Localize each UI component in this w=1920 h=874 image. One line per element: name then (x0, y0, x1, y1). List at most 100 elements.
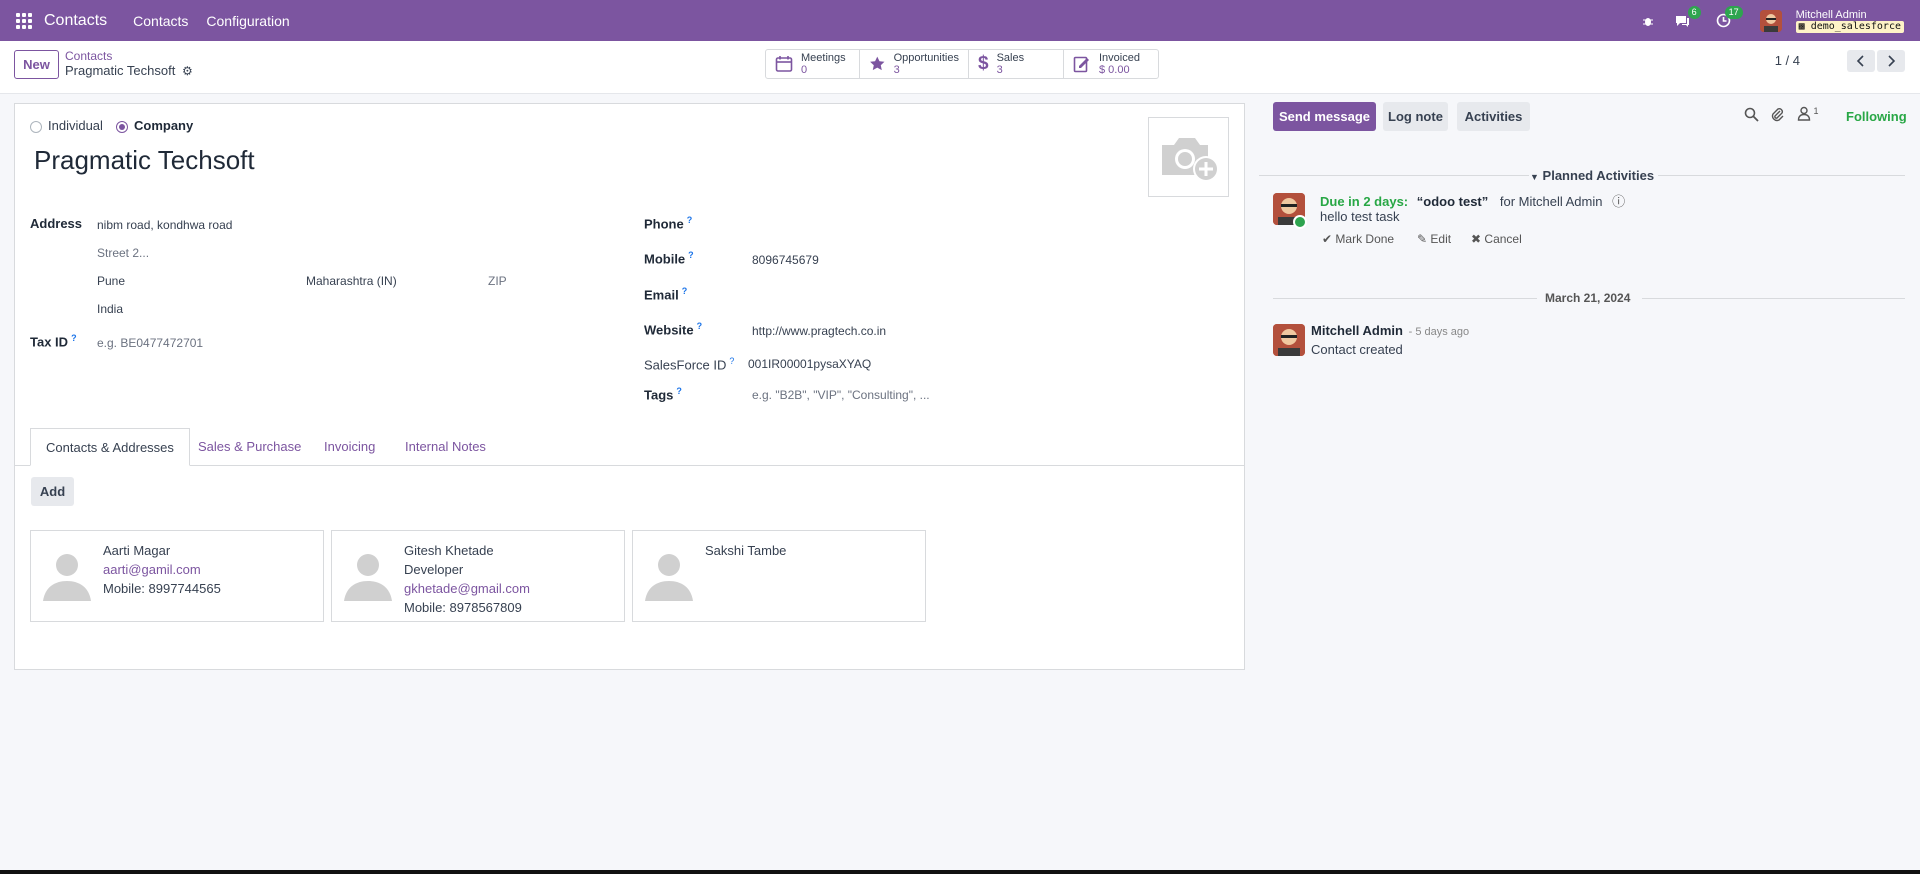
tags-label: Tags? (644, 386, 682, 403)
gear-icon[interactable]: ⚙ (182, 64, 193, 78)
message-author[interactable]: Mitchell Admin (1311, 323, 1403, 338)
message-header: Mitchell Admin - 5 days ago (1311, 323, 1469, 338)
check-icon: ✔ (1322, 232, 1333, 246)
mark-done-button[interactable]: ✔ Mark Done (1322, 232, 1394, 246)
planned-activities-toggle[interactable]: ▼ Planned Activities (1530, 168, 1654, 183)
address-label: Address (30, 216, 83, 231)
smart-button-meetings[interactable]: Meetings 0 (766, 50, 860, 78)
divider (1658, 175, 1905, 176)
divider (1642, 298, 1905, 299)
user-menu[interactable]: Mitchell Admin ▩ demo_salesforce (1795, 8, 1904, 33)
mobile-field[interactable]: 8096745679 (752, 253, 819, 267)
activities-button[interactable]: Activities (1457, 102, 1530, 131)
contact-email[interactable]: gkhetade@gmail.com (404, 579, 530, 598)
activity-clock-icon[interactable]: 17 (1714, 5, 1743, 31)
menu-configuration[interactable]: Configuration (206, 13, 289, 29)
taxid-field[interactable]: e.g. BE0477472701 (97, 336, 203, 350)
state-field[interactable]: Maharashtra (IN) (306, 274, 397, 288)
log-note-button[interactable]: Log note (1383, 102, 1448, 131)
website-field[interactable]: http://www.pragtech.co.in (752, 324, 886, 338)
info-icon[interactable]: ⓘ (1612, 194, 1625, 209)
bug-icon[interactable] (1638, 11, 1658, 31)
website-label: Website? (644, 321, 703, 338)
dollar-icon: $ (978, 53, 989, 74)
window-bottom-edge (0, 870, 1920, 874)
cancel-activity-button[interactable]: ✖ Cancel (1471, 232, 1522, 246)
activity-type-badge (1293, 215, 1307, 229)
smart-button-sales[interactable]: $ Sales 3 (969, 50, 1064, 78)
form-sheet: Individual Company Pragmatic Techsoft Ad… (14, 103, 1245, 670)
messages-icon[interactable]: 6 (1672, 5, 1701, 31)
pager-value[interactable]: 1 / 4 (1775, 53, 1800, 68)
user-name: Mitchell Admin (1795, 8, 1867, 21)
pager-next-button[interactable] (1877, 50, 1905, 72)
country-field[interactable]: India (97, 302, 123, 316)
pager-previous-button[interactable] (1847, 50, 1875, 72)
city-field[interactable]: Pune (97, 274, 125, 288)
activity-due: Due in 2 days: (1320, 194, 1409, 209)
company-photo-upload[interactable] (1148, 117, 1229, 197)
contact-mobile: Mobile: 8978567809 (404, 600, 522, 615)
tags-field[interactable]: e.g. "B2B", "VIP", "Consulting", ... (752, 388, 930, 402)
divider (1259, 175, 1529, 176)
app-grid-icon[interactable] (16, 12, 32, 29)
salesforce-label: SalesForce ID? (644, 356, 735, 373)
close-icon: ✖ (1471, 232, 1482, 246)
user-avatar[interactable] (1759, 9, 1782, 32)
activities-badge: 17 (1724, 5, 1743, 19)
app-name[interactable]: Contacts (44, 12, 107, 30)
radio-company[interactable]: Company (116, 118, 193, 133)
activity-title: “odoo test” (1416, 194, 1489, 209)
phone-field[interactable] (752, 212, 1232, 232)
radio-company-control[interactable] (116, 120, 128, 133)
smart-button-invoiced[interactable]: Invoiced $ 0.00 (1064, 50, 1158, 78)
new-button[interactable]: New (14, 50, 59, 79)
notebook-tabs: Contacts & Addresses Sales & Purchase In… (15, 428, 1244, 466)
breadcrumb-contacts[interactable]: Contacts (65, 49, 112, 63)
contact-card[interactable]: Sakshi Tambe (632, 530, 926, 622)
tab-internal-notes[interactable]: Internal Notes (390, 428, 501, 466)
messages-badge: 6 (1687, 5, 1701, 19)
tab-contacts-addresses[interactable]: Contacts & Addresses (30, 428, 190, 466)
activity-summary: Due in 2 days: “odoo test” for Mitchell … (1320, 191, 1625, 210)
chevron-right-icon (1888, 55, 1896, 67)
smart-button-opportunities[interactable]: Opportunities 3 (860, 50, 969, 78)
menu-contacts[interactable]: Contacts (133, 13, 188, 29)
send-message-button[interactable]: Send message (1273, 102, 1376, 131)
tab-sales-purchase[interactable]: Sales & Purchase (183, 428, 316, 466)
tab-invoicing[interactable]: Invoicing (309, 428, 390, 466)
radio-individual[interactable]: Individual (30, 118, 103, 133)
contact-card[interactable]: Gitesh Khetade Developer gkhetade@gmail.… (331, 530, 625, 622)
contact-email[interactable]: aarti@gamil.com (103, 560, 221, 579)
user-icon (1797, 106, 1811, 121)
message-body: Contact created (1311, 342, 1403, 357)
activity-assignee: for Mitchell Admin (1499, 194, 1603, 209)
edit-activity-button[interactable]: ✎ Edit (1417, 232, 1451, 246)
company-name-field[interactable]: Pragmatic Techsoft (34, 145, 255, 176)
email-label: Email? (644, 286, 688, 303)
taxid-label: Tax ID? (30, 333, 77, 350)
street2-field[interactable]: Street 2... (97, 246, 149, 260)
date-separator: March 21, 2024 (1545, 291, 1631, 305)
zip-field[interactable]: ZIP (488, 274, 507, 288)
avatar-placeholder-icon (645, 554, 693, 601)
radio-individual-control[interactable] (30, 120, 42, 133)
message-time: - 5 days ago (1408, 326, 1470, 338)
calendar-icon (775, 56, 793, 72)
caret-down-icon: ▼ (1530, 172, 1539, 182)
salesforce-id-field[interactable]: 001IR00001pysaXYAQ (748, 357, 871, 371)
street-field[interactable]: nibm road, kondhwa road (97, 218, 232, 232)
paperclip-icon[interactable] (1770, 107, 1784, 125)
divider (1273, 298, 1537, 299)
contact-mobile: Mobile: 8997744565 (103, 581, 221, 596)
following-button[interactable]: Following (1846, 109, 1907, 124)
followers-button[interactable]: 1 (1797, 106, 1819, 123)
contact-card[interactable]: Aarti Magar aarti@gamil.com Mobile: 8997… (30, 530, 324, 622)
email-field[interactable] (752, 284, 1232, 304)
avatar-placeholder-icon (344, 554, 392, 601)
contact-name: Sakshi Tambe (705, 543, 787, 558)
message-author-avatar[interactable] (1273, 324, 1305, 356)
database-name: ▩ demo_salesforce (1795, 20, 1904, 33)
search-icon[interactable] (1744, 107, 1759, 125)
add-contact-button[interactable]: Add (31, 477, 74, 506)
